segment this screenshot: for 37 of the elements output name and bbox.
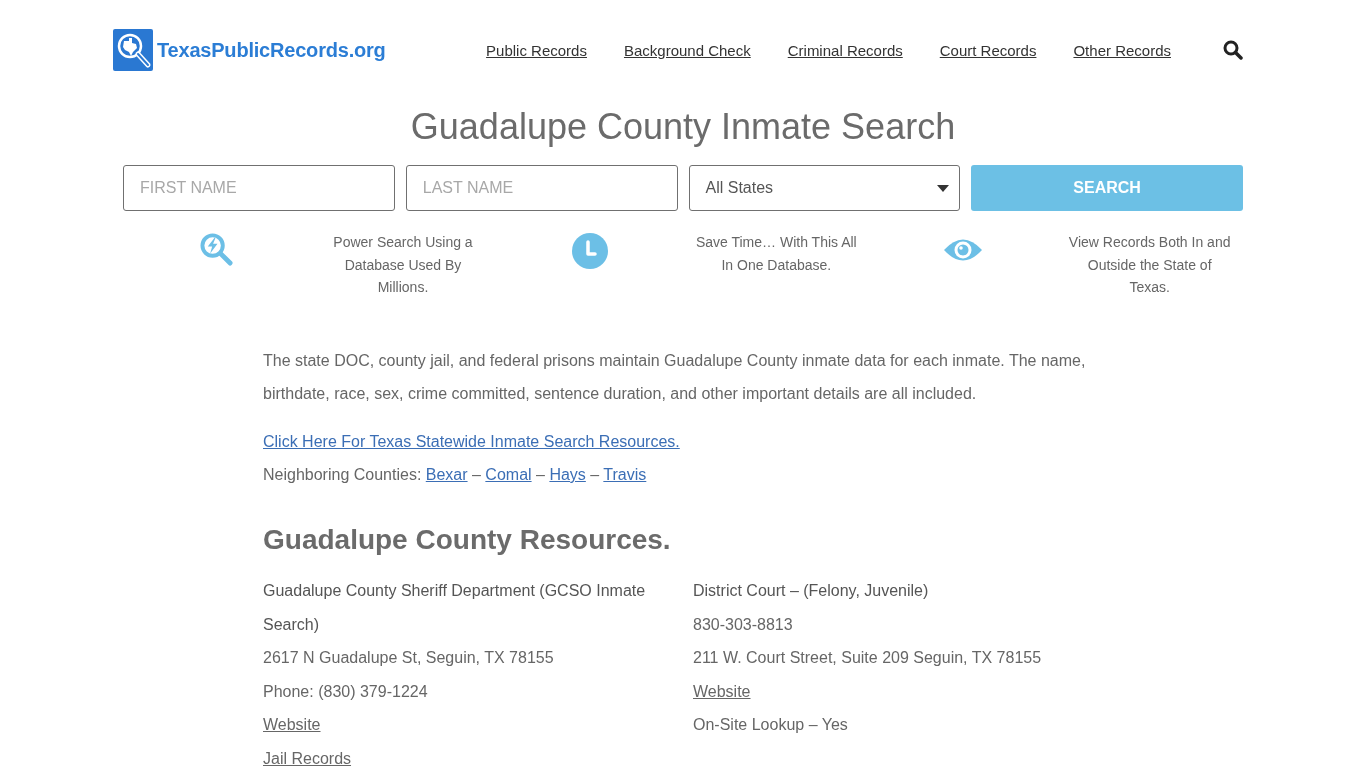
- resource-detail: 211 W. Court Street, Suite 209 Seguin, TX 78155: [693, 649, 1042, 668]
- magnifier-logo-icon: [113, 29, 153, 71]
- page-title: Guadalupe County Inmate Search: [409, 105, 957, 149]
- nav-link[interactable]: Criminal Records: [787, 41, 903, 59]
- statewide-link[interactable]: Click Here For Texas Statewide Inmate Search Resources.: [263, 432, 680, 450]
- resource-title: Guadalupe County Sheriff Department (GCSO Inmate Search): [263, 581, 647, 635]
- county-link[interactable]: Bexar: [425, 466, 468, 483]
- resource-title: District Court – (Felony, Juvenile): [693, 581, 929, 602]
- caret-icon: [937, 184, 950, 192]
- nav-link[interactable]: Other Records: [1073, 41, 1171, 59]
- resource-link[interactable]: Website: [693, 682, 751, 701]
- eye-icon: [943, 237, 983, 263]
- feature-text: View Records Both In and Outside the State of Texas.: [1067, 233, 1232, 297]
- feature-text: Save Time… With This All In One Database.: [694, 233, 858, 275]
- county-link[interactable]: Comal: [485, 466, 532, 483]
- section-heading: Guadalupe County Resources.: [263, 522, 672, 557]
- state-select[interactable]: All States: [688, 165, 961, 211]
- county-link[interactable]: Travis: [603, 466, 647, 483]
- resource-link[interactable]: Jail Records: [263, 749, 352, 768]
- intro-paragraph: The state DOC, county jail, and federal prisons maintain Guadalupe County inmate data for each inmate. The name, birthdate, race, sex, crime committed, sentence duration, and other important details are all included.: [263, 350, 1087, 404]
- feature-text: Power Search Using a Database Used By Millions.: [332, 233, 474, 297]
- clock-icon: [571, 233, 608, 269]
- lightning-magnifier-icon: [199, 233, 233, 266]
- resource-detail: 830-303-8813: [693, 615, 793, 634]
- nav-link[interactable]: Public Records: [486, 41, 587, 59]
- last-name-field[interactable]: LAST NAME: [405, 165, 678, 211]
- neighboring-counties-text: Neighboring Counties: Bexar – Comal – Hays – Travis: [263, 465, 648, 485]
- resource-link[interactable]: Website: [263, 716, 321, 735]
- home-logo-link[interactable]: TexasPublicRecords.org: [113, 29, 386, 71]
- county-link[interactable]: Hays: [549, 466, 586, 483]
- resource-detail: On-Site Lookup – Yes: [693, 716, 848, 735]
- nav-link[interactable]: Court Records: [939, 41, 1037, 59]
- search-icon[interactable]: [1223, 40, 1243, 60]
- resource-detail: Phone: (830) 379-1224: [263, 682, 428, 701]
- resource-detail: 2617 N Guadalupe St, Seguin, TX 78155: [263, 649, 554, 668]
- first-name-field[interactable]: FIRST NAME: [123, 165, 395, 211]
- nav-link[interactable]: Background Check: [623, 41, 751, 59]
